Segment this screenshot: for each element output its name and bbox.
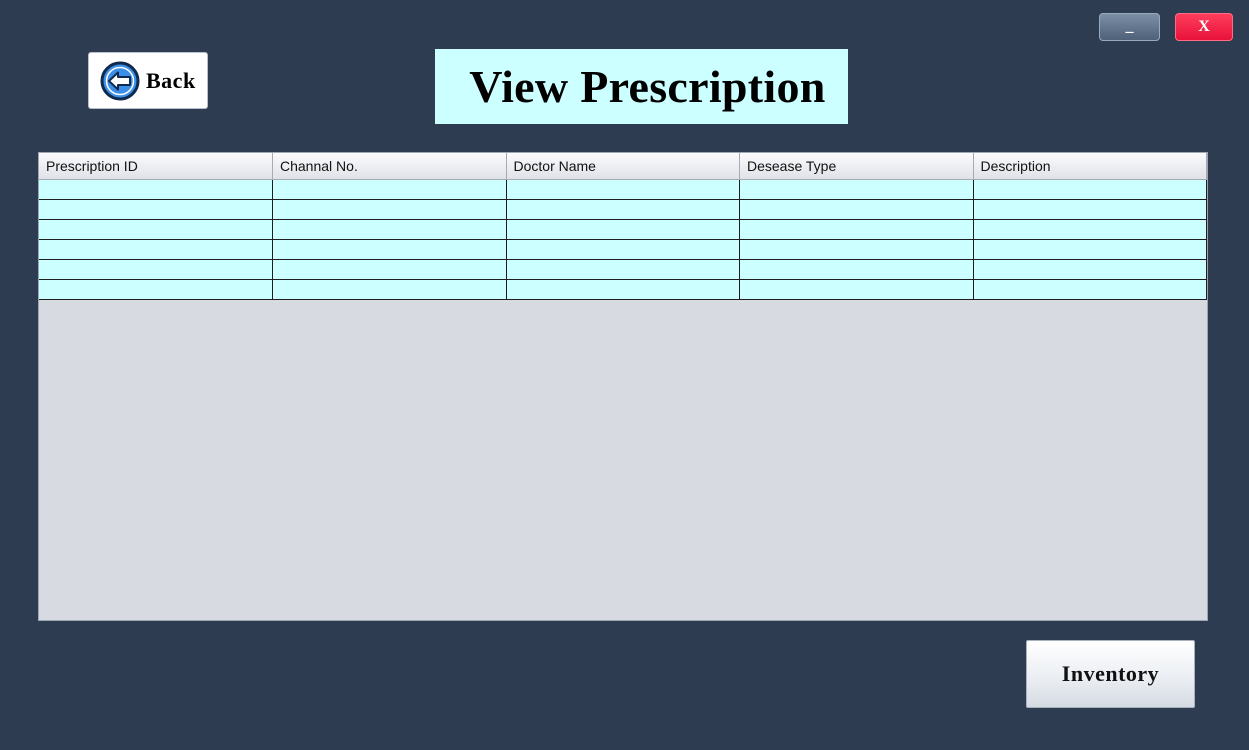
table-cell[interactable] [272, 218, 507, 240]
table-cell[interactable] [739, 178, 974, 200]
table-cell[interactable] [972, 218, 1207, 240]
table-row[interactable] [39, 258, 1207, 280]
title-banner: View Prescription [435, 49, 848, 124]
minimize-button[interactable]: _ [1099, 13, 1160, 41]
back-button[interactable]: Back [88, 52, 208, 109]
column-header-desease-type[interactable]: Desease Type [739, 153, 974, 180]
left-arrow-circle-icon [100, 61, 140, 101]
table-cell[interactable] [505, 278, 740, 300]
table-row[interactable] [39, 278, 1207, 300]
table-cell[interactable] [739, 218, 974, 240]
close-button[interactable]: X [1175, 13, 1233, 41]
table-cell[interactable] [272, 178, 507, 200]
table-cell[interactable] [505, 178, 740, 200]
table-cell[interactable] [39, 218, 273, 240]
back-button-label: Back [146, 67, 196, 93]
table-cell[interactable] [505, 198, 740, 220]
table-cell[interactable] [739, 198, 974, 220]
table-cell[interactable] [39, 278, 273, 300]
table-cell[interactable] [39, 198, 273, 220]
table-cell[interactable] [39, 258, 273, 280]
table-cell[interactable] [505, 218, 740, 240]
column-header-channal-no[interactable]: Channal No. [272, 153, 507, 180]
table-cell[interactable] [972, 238, 1207, 260]
table-cell[interactable] [505, 258, 740, 280]
table-cell[interactable] [272, 198, 507, 220]
prescription-table: Prescription ID Channal No. Doctor Name … [39, 153, 1207, 300]
inventory-button[interactable]: Inventory [1026, 640, 1195, 708]
column-header-description[interactable]: Description [973, 153, 1207, 180]
table-cell[interactable] [272, 238, 507, 260]
column-header-prescription-id[interactable]: Prescription ID [39, 153, 273, 180]
table-row[interactable] [39, 218, 1207, 240]
table-cell[interactable] [39, 178, 273, 200]
table-cell[interactable] [972, 278, 1207, 300]
table-cell[interactable] [972, 198, 1207, 220]
table-cell[interactable] [739, 278, 974, 300]
table-row[interactable] [39, 178, 1207, 200]
prescription-table-panel[interactable]: Prescription ID Channal No. Doctor Name … [38, 152, 1208, 621]
table-cell[interactable] [272, 258, 507, 280]
column-header-doctor-name[interactable]: Doctor Name [506, 153, 740, 180]
table-cell[interactable] [272, 278, 507, 300]
table-cell[interactable] [972, 178, 1207, 200]
table-cell[interactable] [505, 238, 740, 260]
table-header-row: Prescription ID Channal No. Doctor Name … [39, 153, 1207, 180]
table-cell[interactable] [739, 238, 974, 260]
page-title: View Prescription [469, 61, 826, 112]
table-row[interactable] [39, 198, 1207, 220]
table-row[interactable] [39, 238, 1207, 260]
table-cell[interactable] [739, 258, 974, 280]
table-cell[interactable] [39, 238, 273, 260]
table-cell[interactable] [972, 258, 1207, 280]
